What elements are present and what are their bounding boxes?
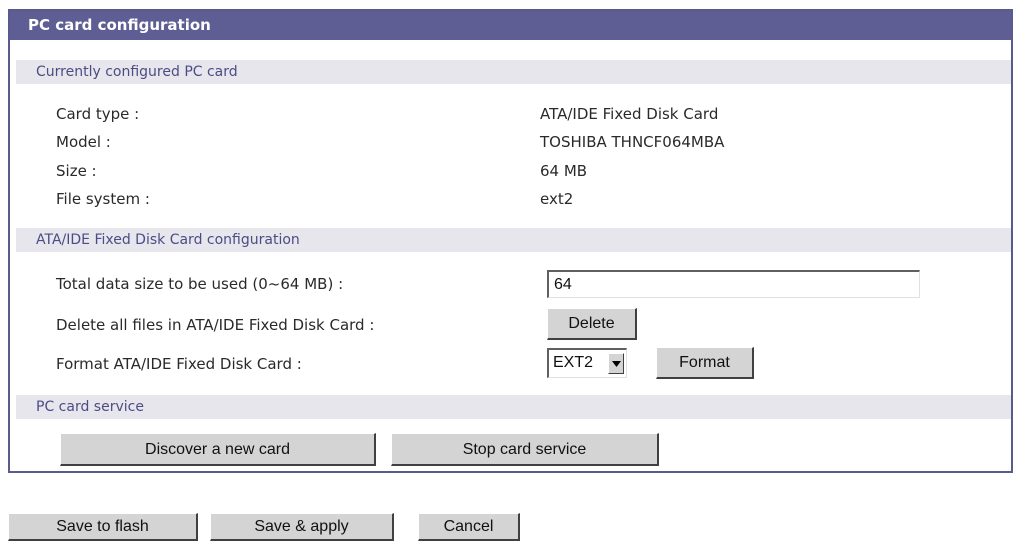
save-to-flash-button[interactable]: Save to flash [8,513,198,541]
section-disk-config: ATA/IDE Fixed Disk Card configuration [16,228,1011,252]
chevron-down-icon[interactable] [608,353,624,374]
size-label: Size : [56,162,97,180]
stop-card-service-button[interactable]: Stop card service [391,433,659,466]
card-type-label: Card type : [56,105,140,123]
total-size-label: Total data size to be used (0~64 MB) : [56,275,344,293]
section-pc-card-service: PC card service [16,395,1011,419]
save-and-apply-button[interactable]: Save & apply [210,513,394,541]
file-system-select[interactable]: EXT2 [547,348,627,378]
size-value: 64 MB [540,162,588,180]
file-system-value: ext2 [540,190,574,208]
total-size-input[interactable] [547,270,920,298]
file-system-select-value: EXT2 [553,354,594,371]
model-value: TOSHIBA THNCF064MBA [540,133,725,151]
section-current-card: Currently configured PC card [16,60,1011,84]
discover-card-button[interactable]: Discover a new card [60,433,376,466]
format-button[interactable]: Format [656,347,754,379]
card-type-value: ATA/IDE Fixed Disk Card [540,105,719,123]
delete-button[interactable]: Delete [547,308,637,340]
model-label: Model : [56,133,111,151]
cancel-button[interactable]: Cancel [418,513,520,541]
panel-title: PC card configuration [10,11,1011,40]
file-system-label: File system : [56,190,150,208]
format-disk-label: Format ATA/IDE Fixed Disk Card : [56,355,302,373]
delete-files-label: Delete all files in ATA/IDE Fixed Disk C… [56,316,375,334]
pc-card-config-panel: PC card configuration Currently configur… [8,9,1013,473]
